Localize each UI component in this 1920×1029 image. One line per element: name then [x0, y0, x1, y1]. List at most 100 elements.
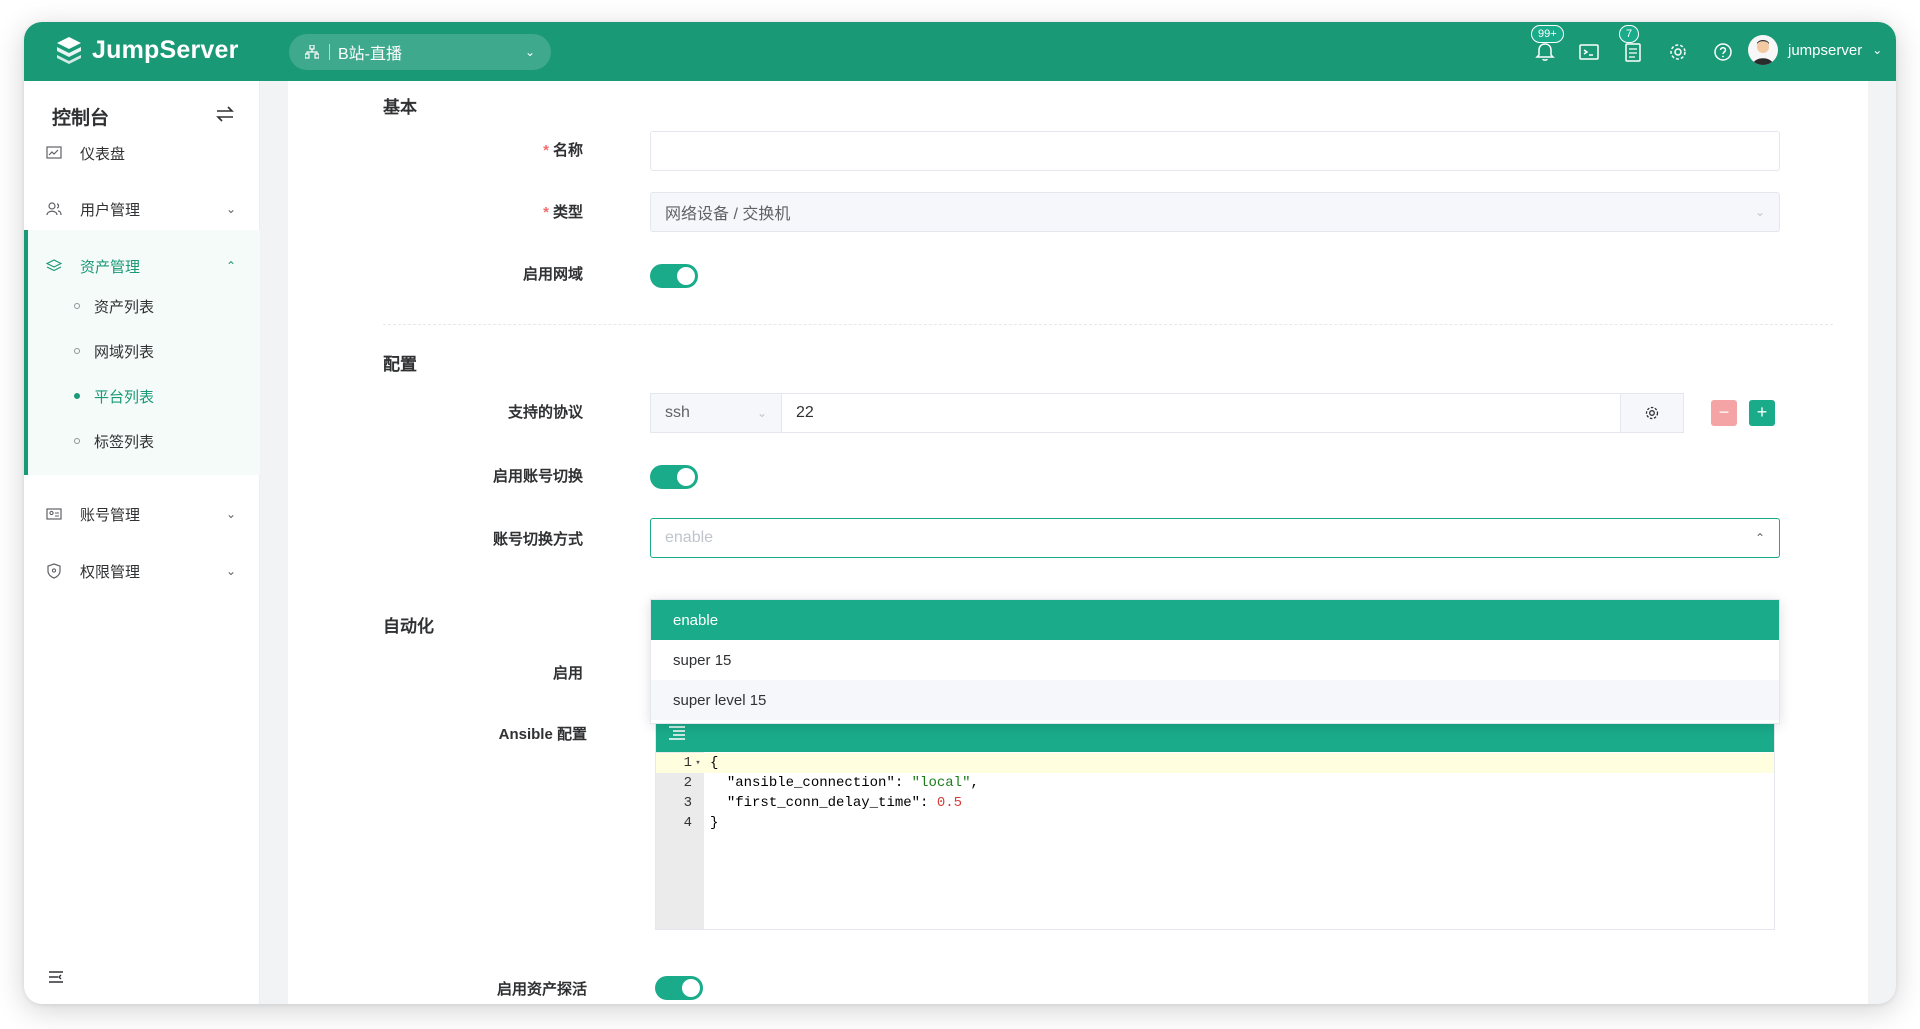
ping-toggle[interactable] [655, 976, 703, 1000]
bullet-icon [74, 393, 80, 399]
sidebar-item-label: 资产管理 [80, 258, 141, 276]
gateway-label: 启用网域 [522, 266, 583, 283]
minus-icon: − [1718, 402, 1730, 422]
protocol-port-input[interactable]: 22 [782, 393, 1626, 433]
type-label-text: 类型 [552, 204, 583, 221]
section-config-title: 配置 [383, 355, 417, 374]
protocol-label: 支持的协议 [507, 404, 583, 421]
code-line: 3 "first_conn_delay_time": 0.5 [656, 793, 1774, 813]
ansible-config-editor[interactable]: 1 ▾ { 2 "ansible_connection": "local", 3… [655, 713, 1775, 930]
notification-badge: 99+ [1531, 25, 1564, 43]
subitem-label: 网域列表 [94, 343, 155, 361]
plus-icon: + [1756, 402, 1768, 422]
protocol-settings-button[interactable] [1620, 393, 1684, 433]
dropdown-option[interactable]: super 15 [651, 640, 1779, 680]
sidebar-item-accounts[interactable]: 账号管理 ⌄ [24, 494, 260, 534]
name-label: * 名称 [363, 139, 583, 160]
chevron-down-icon: ⌄ [524, 45, 535, 59]
code-line: 2 "ansible_connection": "local", [656, 773, 1774, 793]
shield-icon [47, 563, 61, 579]
sidebar-item-users[interactable]: 用户管理 ⌄ [24, 189, 260, 229]
line-number: 4 [683, 815, 692, 831]
sidebar-item-label: 用户管理 [80, 201, 141, 219]
code-text: "first_conn_delay_time": 0.5 [726, 795, 963, 811]
code-line: 4 } [656, 813, 1774, 833]
bell-icon[interactable] [1534, 41, 1556, 63]
protocol-select-value: ssh [665, 404, 690, 421]
chevron-down-icon: ⌄ [1754, 205, 1765, 219]
code-text: "ansible_connection": "local", [726, 775, 979, 791]
required-marker: * [543, 142, 549, 159]
sidebar-subitem-platform-list[interactable]: 平台列表 [74, 381, 154, 411]
su-method-select[interactable]: enable ⌃ [650, 518, 1780, 558]
ansible-config-label: Ansible 配置 [498, 726, 587, 743]
protocol-port-value: 22 [796, 404, 814, 421]
name-input[interactable] [650, 131, 1780, 171]
editor-body[interactable]: 1 ▾ { 2 "ansible_connection": "local", 3… [656, 752, 1774, 929]
chevron-up-icon: ⌃ [225, 259, 236, 273]
platform-form-panel: 基本 * 名称 * 类型 网络设备 / 交换机 ⌄ 启用网域 配置 支持的协议 ss… [288, 81, 1868, 1004]
layers-icon [46, 259, 62, 272]
collapse-sidebar-icon[interactable] [48, 970, 64, 984]
code-text: { [710, 755, 719, 771]
json-key: "ansible_connection" [726, 775, 895, 791]
add-protocol-button[interactable]: + [1749, 400, 1775, 426]
app-name: JumpServer [92, 35, 239, 64]
chevron-up-icon: ⌃ [1754, 531, 1765, 545]
user-avatar-icon [1753, 40, 1773, 65]
su-enable-toggle[interactable] [650, 465, 698, 489]
ticket-icon[interactable] [1622, 41, 1644, 63]
type-select[interactable]: 网络设备 / 交换机 ⌄ [650, 192, 1780, 232]
chevron-down-icon: ⌄ [225, 564, 236, 578]
section-divider [383, 324, 1833, 325]
avatar [1748, 35, 1778, 65]
subitem-label: 资产列表 [94, 298, 155, 316]
user-menu[interactable]: jumpserver ⌄ [1748, 35, 1882, 65]
logo[interactable]: JumpServer [54, 35, 239, 65]
dropdown-option[interactable]: super level 15 [651, 680, 1779, 720]
required-marker: * [543, 204, 549, 221]
sidebar-subitem-label-list[interactable]: 标签列表 [74, 426, 154, 456]
sidebar-item-assets[interactable]: 资产管理 ⌃ [24, 246, 260, 286]
sidebar: 控制台 仪表盘 用户管理 ⌄ 资产管理 ⌃ 资产列表 网域列表 平台列表 标签列… [24, 81, 260, 1004]
bullet-icon [74, 438, 80, 444]
organization-select[interactable]: B站-直播 ⌄ [289, 34, 551, 70]
auto-enable-label: 启用 [552, 665, 583, 682]
sidebar-item-dashboard[interactable]: 仪表盘 [24, 133, 260, 173]
gear-icon[interactable] [1667, 41, 1689, 63]
format-code-icon[interactable] [668, 725, 686, 741]
line-number: 3 [683, 795, 692, 811]
dropdown-option[interactable]: enable [651, 600, 1779, 640]
su-method-placeholder: enable [665, 529, 714, 546]
terminal-icon[interactable] [1578, 41, 1600, 63]
chevron-down-icon: ⌄ [756, 406, 767, 420]
protocol-select[interactable]: ssh ⌄ [650, 393, 782, 433]
switch-view-icon[interactable] [214, 103, 236, 125]
sidebar-item-label: 账号管理 [80, 506, 141, 524]
code-line: 1 ▾ { [656, 753, 1774, 773]
chevron-down-icon: ⌄ [225, 507, 236, 521]
app-window: JumpServer B站-直播 ⌄ 99+ 7 jumpserver ⌄ 控制… [24, 22, 1896, 1004]
sidebar-item-label: 仪表盘 [80, 145, 126, 163]
sidebar-subitem-domain-list[interactable]: 网域列表 [74, 336, 154, 366]
ping-label: 启用资产探活 [496, 981, 587, 998]
gear-icon [1645, 406, 1659, 420]
json-number: 0.5 [936, 795, 963, 811]
top-navbar: JumpServer B站-直播 ⌄ 99+ 7 jumpserver ⌄ [24, 22, 1896, 81]
org-name: B站-直播 [338, 46, 403, 63]
help-icon[interactable] [1712, 41, 1734, 63]
jumpserver-logo-icon [57, 37, 81, 64]
json-string: "local" [911, 775, 971, 791]
fold-arrow-icon[interactable]: ▾ [692, 758, 704, 768]
sidebar-item-permissions[interactable]: 权限管理 ⌄ [24, 551, 260, 591]
dashboard-icon [46, 146, 62, 159]
chevron-down-icon: ⌄ [225, 202, 236, 216]
type-label: * 类型 [363, 201, 583, 222]
sidebar-item-label: 权限管理 [80, 563, 141, 581]
line-number: 2 [683, 775, 692, 791]
remove-protocol-button[interactable]: − [1711, 400, 1737, 426]
gateway-toggle[interactable] [650, 264, 698, 288]
section-basic-title: 基本 [383, 98, 417, 117]
subitem-label: 平台列表 [94, 388, 155, 406]
sidebar-subitem-asset-list[interactable]: 资产列表 [74, 291, 154, 321]
